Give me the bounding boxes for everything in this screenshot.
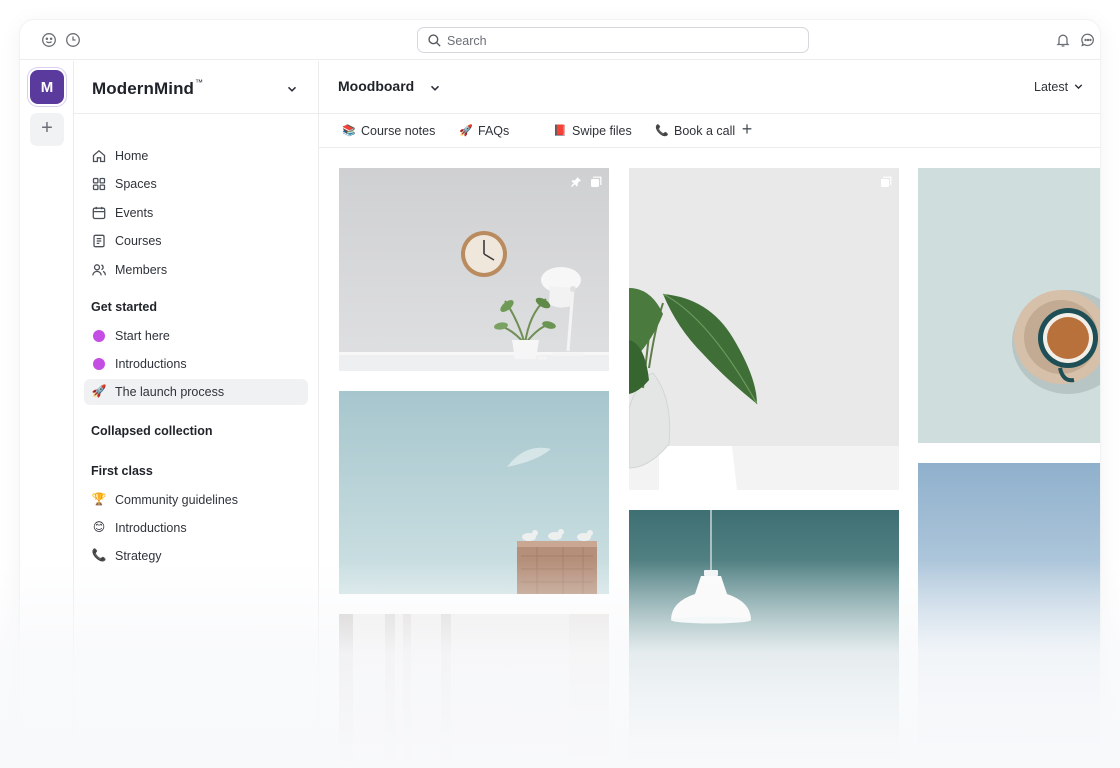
nav-label: Courses <box>115 234 162 248</box>
plant-in-vase-photo <box>629 168 899 490</box>
section-collapsed-collection[interactable]: Collapsed collection <box>91 424 213 438</box>
workspace-avatar[interactable]: M <box>30 70 64 104</box>
nav-label: Events <box>115 206 154 220</box>
app-window: Search M + ModernMind™ Home Spaces Event… <box>20 20 1100 768</box>
sidebar-item-introductions[interactable]: Introductions <box>84 351 308 377</box>
post-card-plant[interactable] <box>629 168 899 490</box>
post-card-window[interactable] <box>339 614 609 768</box>
main-header: Moodboard Latest <box>319 61 1100 114</box>
space-tabs: 📚 Course notes 🚀 FAQs 📕 Swipe files 📞 Bo… <box>319 114 1100 148</box>
top-bar: Search <box>20 20 1100 60</box>
rocket-icon: 🚀 <box>91 384 107 398</box>
section-get-started[interactable]: Get started <box>91 300 157 314</box>
tab-label: Course notes <box>361 124 436 138</box>
trademark-mark: ™ <box>195 78 204 87</box>
sidebar-item-label: The launch process <box>115 385 225 399</box>
books-icon: 📚 <box>342 125 356 137</box>
post-card-sky[interactable] <box>918 463 1100 768</box>
phone-icon: 📞 <box>91 548 107 562</box>
nav-label: Home <box>115 149 149 163</box>
chevron-down-icon[interactable] <box>285 82 299 96</box>
pendant-lamp-photo <box>629 510 899 768</box>
calendar-icon <box>91 205 107 221</box>
home-icon <box>91 148 107 164</box>
clock-and-lamp-photo <box>339 168 609 371</box>
nav-spaces[interactable]: Spaces <box>84 171 308 197</box>
window-photo <box>339 614 609 768</box>
sidebar-item-community-guidelines[interactable]: 🏆 Community guidelines <box>84 487 308 513</box>
tab-label: Swipe files <box>572 124 632 138</box>
section-first-class[interactable]: First class <box>91 464 153 478</box>
nav-courses[interactable]: Courses <box>84 228 308 254</box>
moodboard-grid <box>319 149 1100 768</box>
search-icon <box>427 33 442 48</box>
users-icon <box>91 262 107 278</box>
sidebar-item-label: Introductions <box>115 357 187 371</box>
post-card-coffee[interactable] <box>918 168 1100 443</box>
add-workspace-button[interactable]: + <box>30 113 64 146</box>
post-card-lamp[interactable] <box>629 510 899 768</box>
sidebar-item-start-here[interactable]: Start here <box>84 323 308 349</box>
tab-course-notes[interactable]: 📚 Course notes <box>342 124 437 140</box>
rocket-icon: 🚀 <box>459 125 473 137</box>
tab-swipe-files[interactable]: 📕 Swipe files <box>553 124 633 140</box>
bell-icon[interactable] <box>1055 32 1071 48</box>
search-placeholder: Search <box>447 34 487 48</box>
smile-icon: 😊 <box>92 520 106 534</box>
sidebar-item-launch-process[interactable]: 🚀 The launch process <box>84 379 308 405</box>
post-card-birds[interactable] <box>339 391 609 594</box>
chat-icon[interactable] <box>1080 32 1096 48</box>
chevron-down-icon[interactable] <box>428 81 442 95</box>
nav-members[interactable]: Members <box>84 257 308 283</box>
purple-dot-icon <box>93 358 105 370</box>
tab-label: Book a call <box>674 124 736 138</box>
grid-icon <box>91 176 107 192</box>
nav-label: Spaces <box>115 177 157 191</box>
purple-dot-icon <box>93 330 105 342</box>
tab-faqs[interactable]: 🚀 FAQs <box>459 124 509 140</box>
sidebar: ModernMind™ Home Spaces Events Courses M… <box>74 61 319 768</box>
nav-events[interactable]: Events <box>84 200 308 226</box>
chevron-down-icon[interactable] <box>1072 80 1085 93</box>
red-book-icon: 📕 <box>553 125 567 137</box>
sidebar-item-label: Introductions <box>115 521 187 535</box>
nav-label: Members <box>115 263 168 277</box>
gallery-icon <box>590 176 602 188</box>
book-icon <box>91 233 107 249</box>
workspace-rail: M + <box>20 61 74 768</box>
sidebar-item-label: Start here <box>115 329 170 343</box>
phone-icon: 📞 <box>655 125 669 137</box>
add-tab-button[interactable]: + <box>739 120 755 138</box>
tab-book-a-call[interactable]: 📞 Book a call <box>655 124 735 140</box>
emoji-icon[interactable] <box>41 32 57 48</box>
tab-label: FAQs <box>478 124 510 138</box>
sidebar-item-introductions-2[interactable]: 😊 Introductions <box>84 515 308 541</box>
blue-sky-photo <box>918 463 1100 768</box>
main-panel: Moodboard Latest 📚 Course notes 🚀 FAQs 📕… <box>319 61 1100 768</box>
post-card-clock[interactable] <box>339 168 609 371</box>
page-title[interactable]: Moodboard <box>338 78 414 94</box>
pin-icon[interactable] <box>570 176 582 188</box>
sidebar-item-strategy[interactable]: 📞 Strategy <box>84 543 308 569</box>
gallery-icon <box>880 176 892 188</box>
trophy-icon: 🏆 <box>91 492 107 506</box>
birds-on-wall-photo <box>339 391 609 594</box>
search-input[interactable]: Search <box>417 27 809 53</box>
nav-home[interactable]: Home <box>84 143 308 169</box>
sort-dropdown[interactable]: Latest <box>1034 80 1068 94</box>
clock-icon[interactable] <box>65 32 81 48</box>
sidebar-item-label: Strategy <box>115 549 162 563</box>
community-switcher[interactable]: ModernMind™ <box>74 61 319 114</box>
coffee-cup-photo <box>918 168 1100 443</box>
brand-name: ModernMind™ <box>92 78 204 98</box>
sidebar-item-label: Community guidelines <box>115 493 238 507</box>
